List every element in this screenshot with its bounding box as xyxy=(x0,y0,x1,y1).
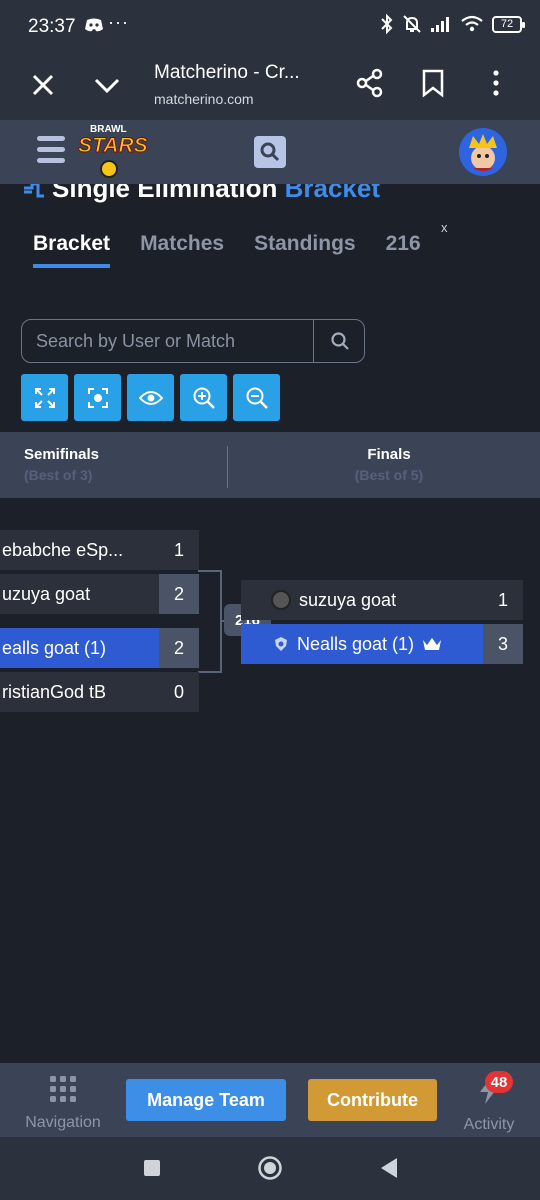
battery-level: 72 xyxy=(500,18,514,30)
navigation-button[interactable]: Navigation xyxy=(21,1075,105,1132)
brawl-stars-logo[interactable]: BRAWL STARS xyxy=(76,124,148,180)
tab-match-216[interactable]: 216 xyxy=(386,232,421,268)
round-format: (Best of 5) xyxy=(354,467,424,483)
tab-bar: Bracket Matches Standings 216 xyxy=(33,232,451,268)
status-time: 23:37 xyxy=(28,16,76,37)
status-icons: 72 xyxy=(380,14,525,34)
zoom-out-button[interactable] xyxy=(233,374,280,421)
back-icon[interactable] xyxy=(379,1157,399,1179)
team-name: ristianGod tB xyxy=(2,681,107,702)
team-name: Nealls goat (1) xyxy=(297,633,415,654)
battery-icon: 72 xyxy=(492,15,525,33)
expand-icon xyxy=(34,387,55,408)
grid-icon xyxy=(50,1076,76,1102)
tab-bracket[interactable]: Bracket xyxy=(33,232,111,268)
status-bar: 23:37 ··· 72 xyxy=(0,0,540,54)
user-avatar[interactable] xyxy=(459,128,507,176)
signal-icon xyxy=(431,17,449,32)
site-search-icon[interactable] xyxy=(254,136,286,168)
fullscreen-button[interactable] xyxy=(21,374,68,421)
team-shield-icon xyxy=(275,637,287,651)
tab-standings[interactable]: Standings xyxy=(254,232,356,268)
site-header: BRAWL STARS xyxy=(0,120,540,184)
share-icon[interactable] xyxy=(355,68,385,98)
browser-toolbar: Matcherino - Cr... matcherino.com xyxy=(0,54,540,120)
system-nav-bar xyxy=(0,1137,540,1200)
team-name: suzuya goat xyxy=(299,589,397,610)
team-row[interactable]: ealls goat (1) 2 xyxy=(0,628,199,668)
more-notifications-icon: ··· xyxy=(108,12,129,32)
team-score: 1 xyxy=(173,539,184,560)
team-score: 3 xyxy=(483,624,523,664)
bottom-nav: Navigation Manage Team Contribute Activi… xyxy=(0,1063,540,1137)
activity-label: Activity xyxy=(463,1116,515,1133)
team-score: 2 xyxy=(159,628,199,668)
wifi-icon xyxy=(461,15,483,32)
zoom-out-icon xyxy=(246,387,268,409)
search-input[interactable] xyxy=(22,320,314,362)
zoom-in-icon xyxy=(193,387,215,409)
team-avatar xyxy=(271,590,291,610)
team-name: ebabche eSp... xyxy=(2,539,124,560)
team-score: 2 xyxy=(159,574,199,614)
bluetooth-icon xyxy=(381,14,393,34)
home-icon[interactable] xyxy=(257,1155,283,1181)
bookmark-icon[interactable] xyxy=(420,68,446,98)
bracket-connector xyxy=(198,570,222,673)
search-button[interactable] xyxy=(314,320,365,362)
team-score: 0 xyxy=(173,681,184,702)
close-icon[interactable] xyxy=(28,70,58,100)
crown-icon xyxy=(423,638,442,650)
team-row[interactable]: uzuya goat 2 xyxy=(0,574,199,614)
browser-url[interactable]: matcherino.com xyxy=(154,91,254,107)
activity-count-badge: 48 xyxy=(485,1071,513,1093)
visibility-button[interactable] xyxy=(127,374,174,421)
round-semifinals: Semifinals (Best of 3) xyxy=(24,446,99,483)
search-icon xyxy=(330,332,349,350)
browser-title[interactable]: Matcherino - Cr... xyxy=(154,62,300,84)
round-name: Semifinals xyxy=(24,446,100,463)
tab-close-button[interactable]: x xyxy=(441,220,448,235)
navigation-label: Navigation xyxy=(25,1114,101,1131)
bracket-search xyxy=(21,319,365,363)
team-row[interactable]: suzuya goat 1 xyxy=(241,580,523,620)
contribute-button[interactable]: Contribute xyxy=(308,1079,437,1121)
team-row[interactable]: ebabche eSp... 1 xyxy=(0,530,199,570)
zoom-in-button[interactable] xyxy=(180,374,227,421)
recents-icon[interactable] xyxy=(143,1159,161,1177)
discord-icon xyxy=(85,18,103,32)
round-format: (Best of 3) xyxy=(24,467,93,483)
tab-matches[interactable]: Matches xyxy=(140,232,224,268)
eye-icon xyxy=(138,390,163,405)
focus-icon xyxy=(87,387,108,408)
bracket-tools xyxy=(21,374,280,421)
team-name: uzuya goat xyxy=(2,583,91,604)
center-button[interactable] xyxy=(74,374,121,421)
team-score: 1 xyxy=(497,589,508,610)
team-name: ealls goat (1) xyxy=(2,637,107,658)
team-row[interactable]: Nealls goat (1) 3 xyxy=(241,624,523,664)
team-row[interactable]: ristianGod tB 0 xyxy=(0,672,199,712)
manage-team-button[interactable]: Manage Team xyxy=(126,1079,286,1121)
round-finals: Finals (Best of 5) xyxy=(340,446,438,483)
mute-icon xyxy=(403,15,421,33)
round-name: Finals xyxy=(367,446,411,463)
round-headers: Semifinals (Best of 3) Finals (Best of 5… xyxy=(0,432,540,498)
menu-icon[interactable] xyxy=(37,136,65,166)
chevron-down-icon[interactable] xyxy=(92,70,122,100)
more-options-icon[interactable] xyxy=(483,68,509,98)
